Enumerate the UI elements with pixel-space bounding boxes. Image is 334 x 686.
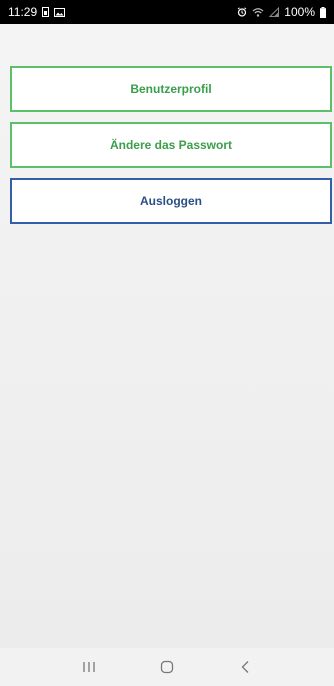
signal-icon	[269, 7, 280, 17]
recent-apps-button[interactable]	[69, 652, 109, 682]
status-bar: 11:29 100%	[0, 0, 334, 24]
user-profile-button[interactable]: Benutzerprofil	[10, 66, 332, 112]
status-left: 11:29	[8, 5, 66, 19]
alarm-icon	[237, 7, 247, 17]
home-button[interactable]	[147, 652, 187, 682]
back-button[interactable]	[225, 652, 265, 682]
sim-card-icon	[42, 7, 50, 17]
change-password-label: Ändere das Passwort	[109, 138, 233, 152]
system-nav-bar	[0, 648, 334, 686]
settings-content: Benutzerprofil Ändere das Passwort Auslo…	[0, 24, 334, 648]
wifi-icon	[252, 7, 264, 17]
status-right: 100%	[237, 5, 326, 19]
user-profile-label: Benutzerprofil	[130, 82, 212, 96]
recent-apps-icon	[82, 661, 96, 673]
logout-button[interactable]: Ausloggen	[10, 178, 332, 224]
status-time: 11:29	[8, 5, 38, 19]
change-password-button[interactable]: Ändere das Passwort	[10, 122, 332, 168]
battery-percentage: 100%	[284, 5, 315, 19]
back-icon	[240, 660, 250, 674]
home-icon	[160, 660, 174, 674]
image-icon	[54, 7, 66, 17]
battery-icon	[320, 6, 326, 18]
logout-label: Ausloggen	[140, 194, 202, 208]
